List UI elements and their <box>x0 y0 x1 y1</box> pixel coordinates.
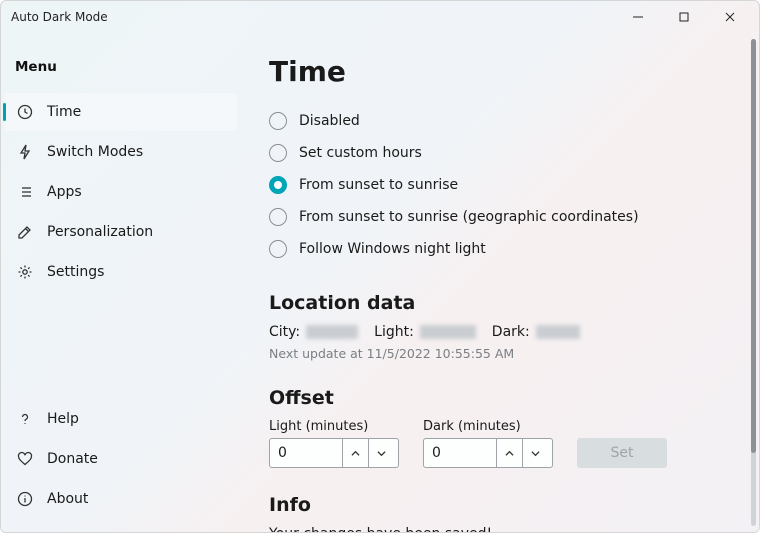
sidebar-item-label: Personalization <box>47 224 153 240</box>
help-icon <box>17 411 33 427</box>
offset-light-stepper <box>269 438 399 468</box>
city-pair: City: <box>269 324 358 340</box>
offset-light-input[interactable] <box>270 439 342 467</box>
scrollbar-thumb[interactable] <box>751 39 756 453</box>
nav-main: Time Switch Modes Apps <box>1 93 241 291</box>
sidebar-item-label: Donate <box>47 451 98 467</box>
sidebar-item-about[interactable]: About <box>5 480 237 518</box>
light-value-redacted <box>420 325 476 339</box>
offset-dark-field: Dark (minutes) <box>423 419 553 468</box>
sidebar: Menu Time Switch Modes <box>1 33 241 532</box>
location-line: City: Light: Dark: <box>269 324 720 340</box>
heart-icon <box>17 451 33 467</box>
info-message: Your changes have been saved! <box>269 526 720 532</box>
sidebar-item-label: About <box>47 491 88 507</box>
window-title: Auto Dark Mode <box>11 10 615 24</box>
maximize-button[interactable] <box>661 1 707 33</box>
window-controls <box>615 1 753 33</box>
edit-icon <box>17 224 33 240</box>
offset-dark-input[interactable] <box>424 439 496 467</box>
city-value-redacted <box>306 325 358 339</box>
close-icon <box>725 12 735 22</box>
list-icon <box>17 184 33 200</box>
radio-label: Set custom hours <box>299 145 422 161</box>
radio-icon <box>269 208 287 226</box>
sidebar-item-donate[interactable]: Donate <box>5 440 237 478</box>
sidebar-item-label: Apps <box>47 184 82 200</box>
radio-label: Follow Windows night light <box>299 241 486 257</box>
minimize-button[interactable] <box>615 1 661 33</box>
lightning-icon <box>17 144 33 160</box>
close-button[interactable] <box>707 1 753 33</box>
sidebar-item-help[interactable]: Help <box>5 400 237 438</box>
dark-label: Dark: <box>492 324 530 340</box>
radio-custom-hours[interactable]: Set custom hours <box>269 144 720 162</box>
sidebar-item-apps[interactable]: Apps <box>5 173 237 211</box>
chevron-down-icon <box>377 449 386 458</box>
body: Menu Time Switch Modes <box>1 33 759 532</box>
step-up-button[interactable] <box>496 439 522 467</box>
radio-label: From sunset to sunrise (geographic coord… <box>299 209 639 225</box>
offset-row: Light (minutes) Dark (minutes) <box>269 419 720 468</box>
location-heading: Location data <box>269 292 720 314</box>
chevron-up-icon <box>351 449 360 458</box>
offset-light-label: Light (minutes) <box>269 419 399 434</box>
clock-icon <box>17 104 33 120</box>
step-down-button[interactable] <box>522 439 548 467</box>
radio-night-light[interactable]: Follow Windows night light <box>269 240 720 258</box>
sidebar-item-switch-modes[interactable]: Switch Modes <box>5 133 237 171</box>
sidebar-item-personalization[interactable]: Personalization <box>5 213 237 251</box>
radio-icon <box>269 240 287 258</box>
offset-dark-stepper <box>423 438 553 468</box>
sidebar-item-label: Time <box>47 104 81 120</box>
radio-label: From sunset to sunrise <box>299 177 458 193</box>
dark-value-redacted <box>536 325 580 339</box>
radio-sunset-sunrise[interactable]: From sunset to sunrise <box>269 176 720 194</box>
maximize-icon <box>679 12 689 22</box>
content-wrap: Time Disabled Set custom hours From suns… <box>241 33 759 532</box>
step-up-button[interactable] <box>342 439 368 467</box>
light-label: Light: <box>374 324 414 340</box>
sidebar-item-time[interactable]: Time <box>5 93 237 131</box>
radio-icon <box>269 176 287 194</box>
content: Time Disabled Set custom hours From suns… <box>241 33 748 532</box>
menu-heading: Menu <box>1 51 241 93</box>
scrollbar[interactable] <box>751 39 756 526</box>
info-heading: Info <box>269 494 720 516</box>
offset-heading: Offset <box>269 387 720 409</box>
radio-disabled[interactable]: Disabled <box>269 112 720 130</box>
info-icon <box>17 491 33 507</box>
sidebar-item-settings[interactable]: Settings <box>5 253 237 291</box>
radio-label: Disabled <box>299 113 360 129</box>
chevron-up-icon <box>505 449 514 458</box>
app-window: Auto Dark Mode Menu Time <box>0 0 760 533</box>
gear-icon <box>17 264 33 280</box>
chevron-down-icon <box>531 449 540 458</box>
mode-radio-group: Disabled Set custom hours From sunset to… <box>269 112 720 258</box>
radio-icon <box>269 112 287 130</box>
sidebar-item-label: Settings <box>47 264 104 280</box>
page-title: Time <box>269 55 720 88</box>
set-button[interactable]: Set <box>577 438 667 468</box>
offset-light-field: Light (minutes) <box>269 419 399 468</box>
step-down-button[interactable] <box>368 439 394 467</box>
offset-dark-label: Dark (minutes) <box>423 419 553 434</box>
light-pair: Light: <box>374 324 476 340</box>
radio-icon <box>269 144 287 162</box>
city-label: City: <box>269 324 300 340</box>
minimize-icon <box>633 12 643 22</box>
dark-pair: Dark: <box>492 324 580 340</box>
radio-sunset-sunrise-geo[interactable]: From sunset to sunrise (geographic coord… <box>269 208 720 226</box>
sidebar-item-label: Help <box>47 411 79 427</box>
titlebar[interactable]: Auto Dark Mode <box>1 1 759 33</box>
sidebar-item-label: Switch Modes <box>47 144 143 160</box>
next-update: Next update at 11/5/2022 10:55:55 AM <box>269 346 720 361</box>
nav-footer: Help Donate About <box>1 400 241 518</box>
